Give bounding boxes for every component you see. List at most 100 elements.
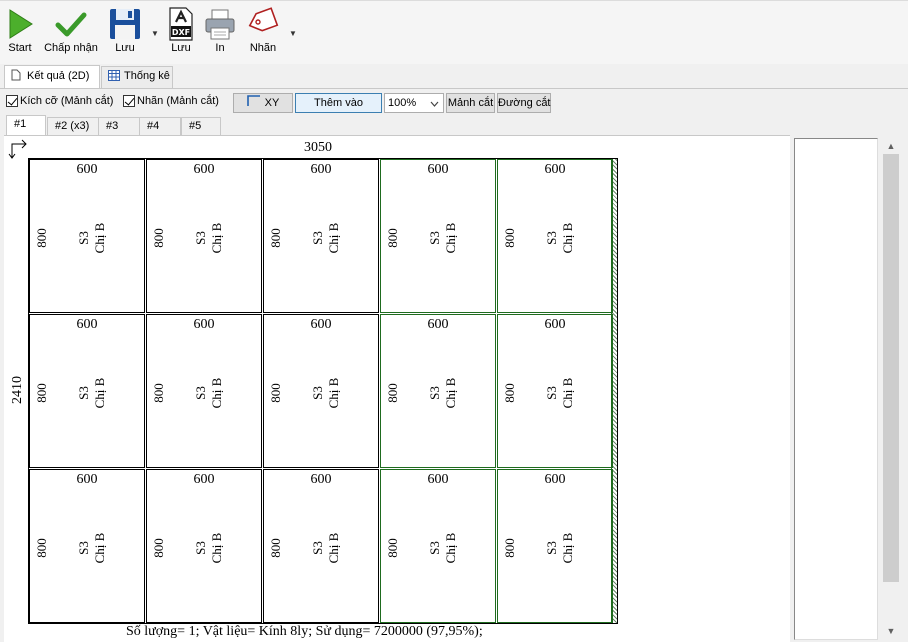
piece-height: 800 <box>34 538 49 558</box>
piece-label: S3 Chị B <box>193 378 225 409</box>
piece-width: 600 <box>310 472 332 487</box>
accept-button[interactable]: Chấp nhận <box>42 7 100 54</box>
label-label: Nhãn <box>249 42 277 54</box>
piece-width: 600 <box>544 162 566 177</box>
scroll-up-icon[interactable]: ▲ <box>880 141 902 151</box>
checkmark-icon <box>55 12 87 37</box>
zoom-select[interactable]: 100% <box>384 93 444 113</box>
add-button[interactable]: Thêm vào <box>295 93 382 113</box>
piece-label: S3 Chị B <box>193 223 225 254</box>
cut-piece[interactable]: 600 800 S3 Chị B <box>380 159 496 313</box>
piece-width: 600 <box>427 472 449 487</box>
piece-label-name: Chị B <box>92 377 107 409</box>
cut-piece[interactable]: 600 800 S3 Chị B <box>497 314 613 468</box>
piece-width: 600 <box>310 317 332 332</box>
piece-height: 800 <box>151 383 166 403</box>
cut-piece[interactable]: 600 800 S3 Chị B <box>497 469 613 623</box>
print-button[interactable]: In <box>204 7 236 54</box>
piece-label-name: Chị B <box>209 222 224 254</box>
cut-piece[interactable]: 600 800 S3 Chị B <box>380 469 496 623</box>
piece-height: 800 <box>385 228 400 248</box>
piece-label: S3 Chị B <box>427 533 459 564</box>
save-button[interactable]: Lưu <box>108 7 142 54</box>
piece-label-code: S3 <box>193 231 208 245</box>
cut-piece[interactable]: 600 800 S3 Chị B <box>380 314 496 468</box>
piece-label-code: S3 <box>310 541 325 555</box>
scroll-down-icon[interactable]: ▼ <box>880 626 902 636</box>
piece-label-name: Chị B <box>326 377 341 409</box>
piece-label-code: S3 <box>427 541 442 555</box>
cut-piece[interactable]: 600 800 S3 Chị B <box>146 469 262 623</box>
piece-height: 800 <box>151 228 166 248</box>
piece-width: 600 <box>76 317 98 332</box>
tab-sheet-3[interactable]: #3 <box>98 117 140 135</box>
label-checkbox-box[interactable] <box>123 95 135 107</box>
tab-result-2d[interactable]: Kết quả (2D) <box>4 65 100 88</box>
piece-label: S3 Chị B <box>310 533 342 564</box>
scrollbar-thumb[interactable] <box>883 154 899 582</box>
piece-label: S3 Chị B <box>427 378 459 409</box>
cut-piece[interactable]: 600 800 S3 Chị B <box>146 314 262 468</box>
vertical-scrollbar[interactable]: ▲ ▼ <box>880 138 902 640</box>
piece-height: 800 <box>385 383 400 403</box>
piece-label-code: S3 <box>427 386 442 400</box>
dxf-file-icon: DXF <box>169 7 193 41</box>
label-dropdown-icon[interactable]: ▼ <box>289 29 297 38</box>
dxf-badge: DXF <box>172 28 190 37</box>
tab-sheet-4[interactable]: #4 <box>139 117 181 135</box>
tab-statistics[interactable]: Thống kê <box>101 66 173 88</box>
size-checkbox-box[interactable] <box>6 95 18 107</box>
piece-height: 800 <box>502 383 517 403</box>
size-checkbox[interactable]: Kích cỡ (Mảnh cắt) <box>6 95 113 107</box>
piece-label: S3 Chị B <box>310 378 342 409</box>
save-dxf-button[interactable]: DXF Lưu <box>166 7 196 54</box>
piece-label-code: S3 <box>310 386 325 400</box>
cut-piece[interactable]: 600 800 S3 Chị B <box>29 159 145 313</box>
pieces-button[interactable]: Mảnh cắt <box>446 93 495 113</box>
cut-piece[interactable]: 600 800 S3 Chị B <box>29 314 145 468</box>
piece-label-code: S3 <box>193 541 208 555</box>
start-button[interactable]: Start <box>5 7 35 54</box>
piece-label-code: S3 <box>544 386 559 400</box>
cut-piece[interactable]: 600 800 S3 Chị B <box>263 469 379 623</box>
piece-label-name: Chị B <box>443 222 458 254</box>
cutlines-button[interactable]: Đường cắt <box>497 93 551 113</box>
piece-label-code: S3 <box>427 231 442 245</box>
save-dropdown-icon[interactable]: ▼ <box>151 29 159 38</box>
toolbar: Start Chấp nhận Lưu ▼ DXF Lưu In Nhãn ▼ <box>0 0 908 64</box>
cut-piece[interactable]: 600 800 S3 Chị B <box>497 159 613 313</box>
layout-canvas[interactable]: 3050 2410 600 800 S3 Chị B 600 800 S3 Chị B 600 8… <box>4 135 790 642</box>
cut-piece[interactable]: 600 800 S3 Chị B <box>29 469 145 623</box>
cut-piece[interactable]: 600 800 S3 Chị B <box>146 159 262 313</box>
document-icon <box>11 69 21 81</box>
piece-label-name: Chị B <box>209 377 224 409</box>
tab-statistics-label: Thống kê <box>124 70 170 82</box>
piece-label-name: Chị B <box>560 532 575 564</box>
piece-label: S3 Chị B <box>76 223 108 254</box>
printer-icon <box>205 9 235 40</box>
status-line: Số lượng= 1; Vật liệu= Kính 8ly; Sử dụng… <box>126 624 483 639</box>
side-panel <box>794 138 878 640</box>
tab-result-2d-label: Kết quả (2D) <box>27 70 90 82</box>
cut-piece[interactable]: 600 800 S3 Chị B <box>263 159 379 313</box>
piece-width: 600 <box>193 162 215 177</box>
sheet-height-label: 2410 <box>10 376 25 404</box>
piece-width: 600 <box>76 162 98 177</box>
piece-label: S3 Chị B <box>310 223 342 254</box>
piece-label-name: Chị B <box>443 377 458 409</box>
piece-height: 800 <box>268 383 283 403</box>
xy-button[interactable]: XY <box>233 93 293 113</box>
tab-sheet-1[interactable]: #1 <box>6 115 46 135</box>
cut-piece[interactable]: 600 800 S3 Chị B <box>263 314 379 468</box>
chevron-down-icon <box>430 101 439 107</box>
label-checkbox[interactable]: Nhãn (Mảnh cắt) <box>123 95 219 107</box>
piece-height: 800 <box>151 538 166 558</box>
origin-arrows-icon <box>8 139 27 159</box>
piece-label: S3 Chị B <box>76 533 108 564</box>
label-button[interactable]: Nhãn <box>246 7 280 54</box>
piece-label-name: Chị B <box>92 222 107 254</box>
tab-sheet-5[interactable]: #5 <box>181 117 221 135</box>
save-dxf-label: Lưu <box>171 42 191 54</box>
sheet-width-label: 3050 <box>304 140 332 155</box>
tab-sheet-2[interactable]: #2 (x3) <box>47 117 99 135</box>
